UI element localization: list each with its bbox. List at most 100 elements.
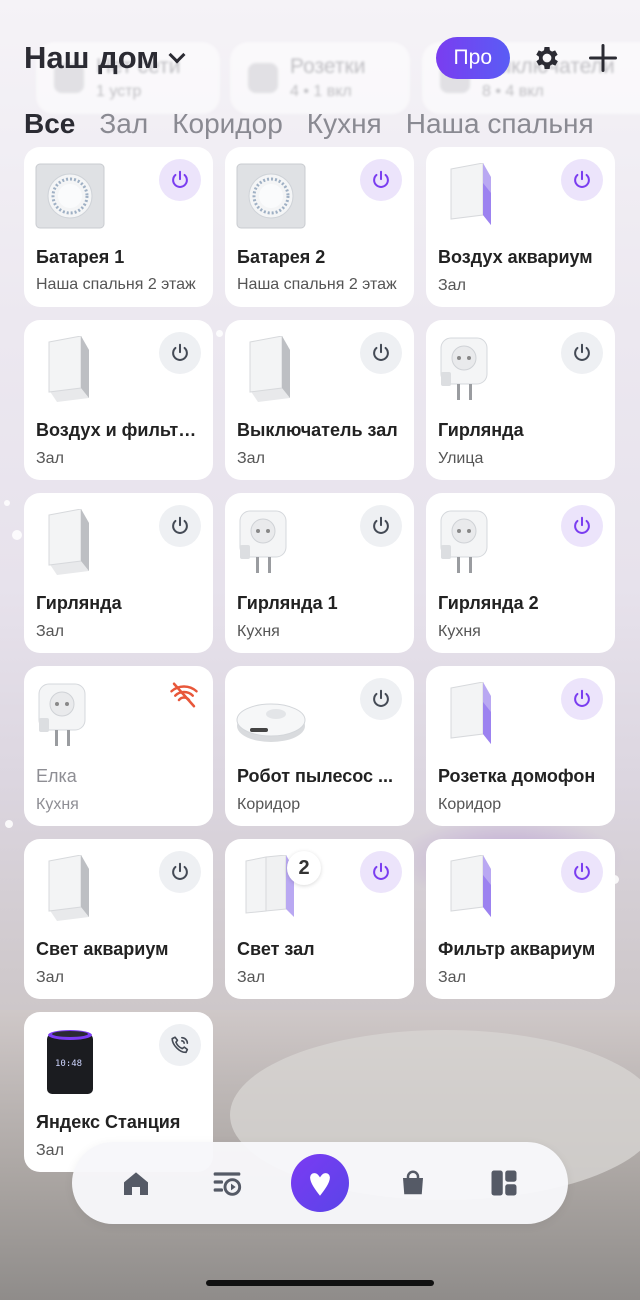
device-card[interactable]: Гирлянда Зал (24, 493, 213, 653)
device-name: Свет аквариум (36, 939, 169, 959)
device-room: Наша спальня 2 этаж (36, 276, 196, 293)
power-button[interactable] (561, 159, 603, 201)
call-button[interactable] (159, 1024, 201, 1066)
power-icon (172, 516, 188, 534)
home-icon (123, 1172, 148, 1195)
power-button[interactable] (561, 332, 603, 374)
device-room: Коридор (237, 796, 301, 813)
device-card[interactable]: Воздух и фильтр... Зал (24, 320, 213, 480)
device-name: Гирлянда (438, 420, 524, 440)
power-button[interactable] (561, 505, 603, 547)
power-icon (574, 343, 590, 361)
device-card[interactable]: Робот пылесос ... Коридор (225, 666, 414, 826)
plug-device-image (437, 509, 507, 575)
nav-home[interactable] (108, 1155, 164, 1211)
switch-lit-device-image (437, 854, 507, 921)
tab-all[interactable]: Все (24, 108, 75, 152)
alice-button[interactable] (290, 1154, 349, 1212)
power-icon (373, 516, 389, 534)
home-selector[interactable]: Наш дом (24, 40, 186, 76)
device-card[interactable]: Гирлянда 1 Кухня (225, 493, 414, 653)
device-card[interactable]: Батарея 2 Наша спальня 2 этаж (225, 147, 414, 307)
power-icon (574, 862, 590, 880)
chevron-down-icon (168, 46, 186, 64)
device-room: Кухня (438, 623, 481, 640)
device-name: Гирлянда 2 (438, 593, 539, 613)
power-button[interactable] (360, 678, 402, 720)
device-name: Розетка домофон (438, 766, 596, 786)
power-button[interactable] (360, 851, 402, 893)
power-button[interactable] (360, 332, 402, 374)
device-name: Батарея 1 (36, 247, 125, 267)
device-card[interactable]: Воздух аквариум Зал (426, 147, 615, 307)
device-card[interactable]: Фильтр аквариум Зал (426, 839, 615, 999)
home-title: Наш дом (24, 40, 160, 75)
add-button[interactable] (584, 39, 622, 77)
device-name: Яндекс Станция (36, 1112, 181, 1132)
switch-lit-device-image (437, 162, 507, 229)
device-card[interactable]: Розетка домофон Коридор (426, 666, 615, 826)
device-room: Зал (36, 450, 64, 467)
device-card[interactable]: 2 Свет зал Зал (225, 839, 414, 999)
gear-icon (536, 47, 558, 69)
power-button[interactable] (360, 505, 402, 547)
tab-bedroom[interactable]: Наша спальня (406, 108, 594, 152)
switch-device-image (35, 508, 105, 575)
alice-icon (310, 1173, 330, 1196)
power-button[interactable] (561, 678, 603, 720)
offline-indicator (167, 680, 201, 715)
power-icon (574, 689, 590, 707)
power-button[interactable] (159, 505, 201, 547)
power-icon (373, 689, 389, 707)
power-icon (373, 170, 389, 188)
device-room: Зал (36, 969, 64, 986)
device-room: Наша спальня 2 этаж (237, 276, 397, 293)
power-button[interactable] (159, 159, 201, 201)
device-card[interactable]: Гирлянда 2 Кухня (426, 493, 615, 653)
power-button[interactable] (159, 332, 201, 374)
plug-device-image (35, 682, 105, 748)
thermostat-device-image (236, 163, 306, 229)
tab-hall[interactable]: Зал (99, 108, 148, 152)
device-name: Елка (36, 766, 77, 786)
nav-shop[interactable] (385, 1155, 441, 1211)
bottom-nav (72, 1142, 568, 1224)
device-room: Зал (438, 969, 466, 986)
thermostat-device-image (35, 163, 105, 229)
power-button[interactable] (360, 159, 402, 201)
plus-icon (589, 44, 617, 72)
device-name: Фильтр аквариум (438, 939, 596, 959)
power-button[interactable] (159, 851, 201, 893)
snowflake (5, 820, 13, 828)
nav-widgets[interactable] (476, 1155, 532, 1211)
tab-corridor[interactable]: Коридор (172, 108, 283, 152)
pro-button[interactable]: Про (435, 37, 510, 79)
tab-kitchen[interactable]: Кухня (307, 108, 382, 152)
power-button[interactable] (561, 851, 603, 893)
device-card[interactable]: Свет аквариум Зал (24, 839, 213, 999)
device-card[interactable]: Гирлянда Улица (426, 320, 615, 480)
power-icon (574, 170, 590, 188)
device-card[interactable]: Выключатель зал Зал (225, 320, 414, 480)
settings-button[interactable] (528, 39, 566, 77)
device-card[interactable]: Батарея 1 Наша спальня 2 этаж (24, 147, 213, 307)
device-room: Зал (36, 623, 64, 640)
device-room: Улица (438, 450, 484, 467)
device-room: Зал (237, 969, 265, 986)
wifi-off-icon (170, 682, 198, 708)
device-name: Выключатель зал (237, 420, 398, 440)
shop-icon (402, 1170, 423, 1195)
power-icon (574, 516, 590, 534)
device-card[interactable]: Елка Кухня (24, 666, 213, 826)
vacuum-device-image (236, 682, 306, 748)
switch-lit-device-image (437, 681, 507, 748)
device-room: Зал (237, 450, 265, 467)
device-name: Воздух и фильтр... (36, 420, 203, 440)
switch-device-image (35, 854, 105, 921)
nav-scenarios[interactable] (199, 1155, 255, 1211)
speaker-device-image: 10:48 (35, 1028, 105, 1094)
header: Наш дом Про (24, 30, 622, 86)
header-actions: Про (435, 37, 622, 79)
power-icon (373, 862, 389, 880)
switch-device-image (236, 335, 306, 402)
